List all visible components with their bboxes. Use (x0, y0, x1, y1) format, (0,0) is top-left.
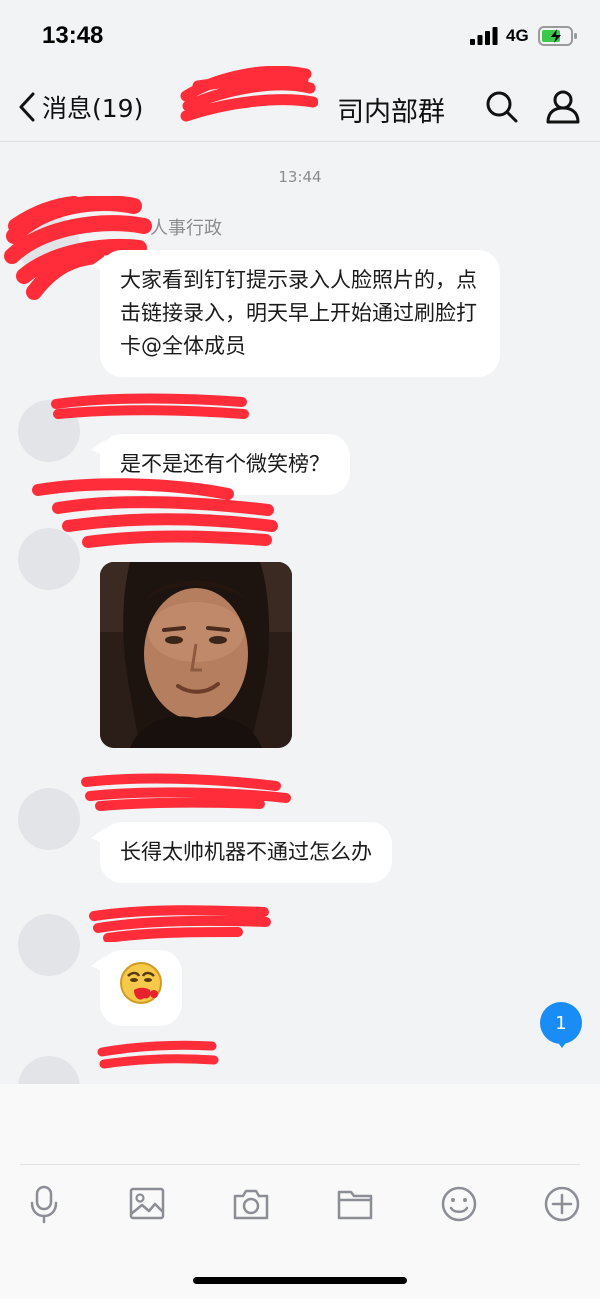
redaction-mark (81, 773, 291, 811)
redaction-mark (97, 1040, 219, 1069)
avatar[interactable] (18, 914, 80, 976)
redaction-mark (180, 66, 318, 122)
redaction-mark (32, 478, 278, 548)
back-label: 消息(19) (42, 94, 144, 123)
network-type: 4G (506, 26, 529, 45)
photo-thumbnail (100, 562, 292, 748)
chat-area[interactable]: 13:44 人事行政 大家看到钉钉提示录入人脸照片的，点击链接录入，明天早上开始… (0, 142, 600, 1084)
image-message[interactable] (100, 562, 292, 748)
redaction-mark (89, 905, 271, 942)
battery-icon (538, 26, 577, 46)
signal-icon (470, 27, 498, 45)
image-icon[interactable] (127, 1184, 167, 1224)
unread-badge[interactable]: 1 (540, 1002, 582, 1048)
camera-icon[interactable] (231, 1184, 271, 1224)
microphone-icon[interactable] (24, 1184, 64, 1224)
message-composer (0, 1084, 600, 1299)
emoji-icon[interactable] (439, 1184, 479, 1224)
chevron-left-icon (19, 92, 35, 122)
emoji-message[interactable] (91, 950, 182, 1026)
avatar[interactable] (18, 788, 80, 850)
message-bubble[interactable]: 长得太帅机器不通过怎么办 (91, 822, 392, 883)
plus-icon[interactable] (542, 1184, 582, 1224)
message-bubble[interactable]: 大家看到钉钉提示录入人脸照片的，点击链接录入，明天早上开始通过刷脸打卡@全体成员 (91, 250, 500, 377)
status-time: 13:48 (42, 22, 104, 49)
back-button[interactable]: 消息(19) (16, 88, 143, 126)
message-input[interactable] (20, 1098, 580, 1164)
status-bar: 13:48 4G (0, 0, 600, 72)
group-members-icon[interactable] (545, 89, 581, 125)
sender-name: 人事行政 (150, 218, 222, 239)
sick-emoji-icon (120, 962, 162, 1004)
chat-timestamp: 13:44 (278, 168, 322, 186)
home-indicator (193, 1277, 407, 1284)
redaction-mark (51, 393, 249, 419)
search-icon[interactable] (484, 89, 520, 125)
composer-divider (20, 1164, 580, 1165)
avatar[interactable] (18, 1056, 80, 1084)
folder-icon[interactable] (335, 1184, 375, 1224)
nav-bar: 消息(19) 司内部群 (0, 66, 600, 142)
